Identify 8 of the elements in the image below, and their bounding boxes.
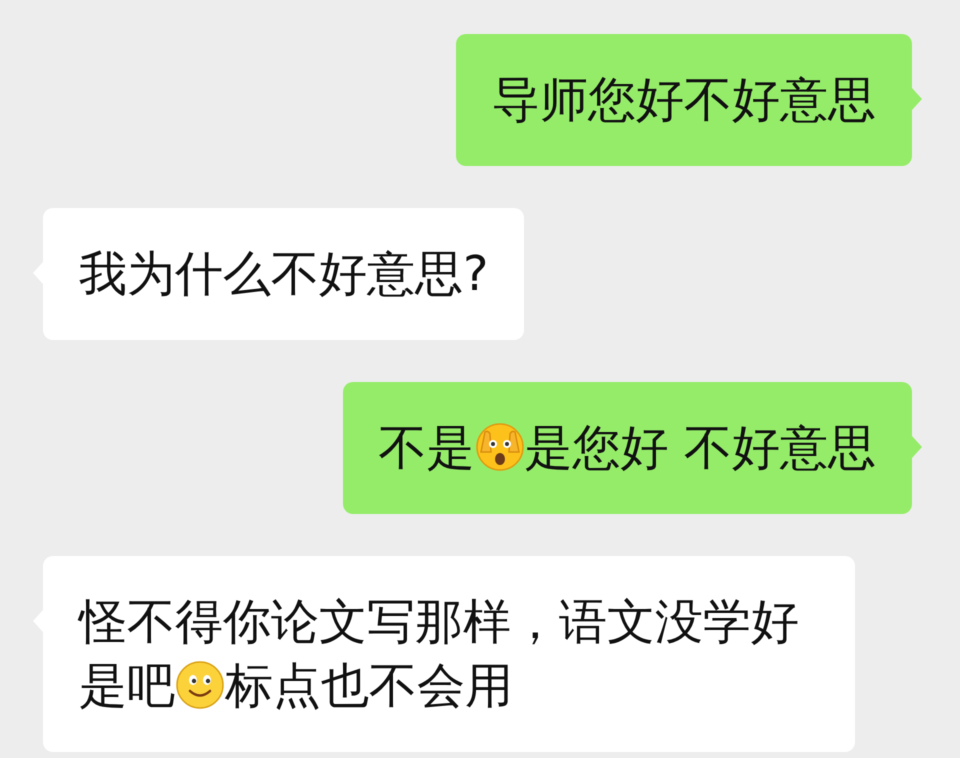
sent-message-bubble: 导师您好不好意思 [456,34,912,166]
received-message-bubble: 我为什么不好意思? [43,208,524,340]
bubble-tail [912,88,922,110]
bubble-tail [912,436,922,458]
sent-message-bubble: 不是 是您好 不好意思 [342,382,912,514]
received-message-bubble: 怪不得你论文写那样，语文没学好是吧 标点也不会用 [43,556,855,752]
face-covering-eyes-icon [474,422,525,472]
smiley-icon [175,660,225,710]
